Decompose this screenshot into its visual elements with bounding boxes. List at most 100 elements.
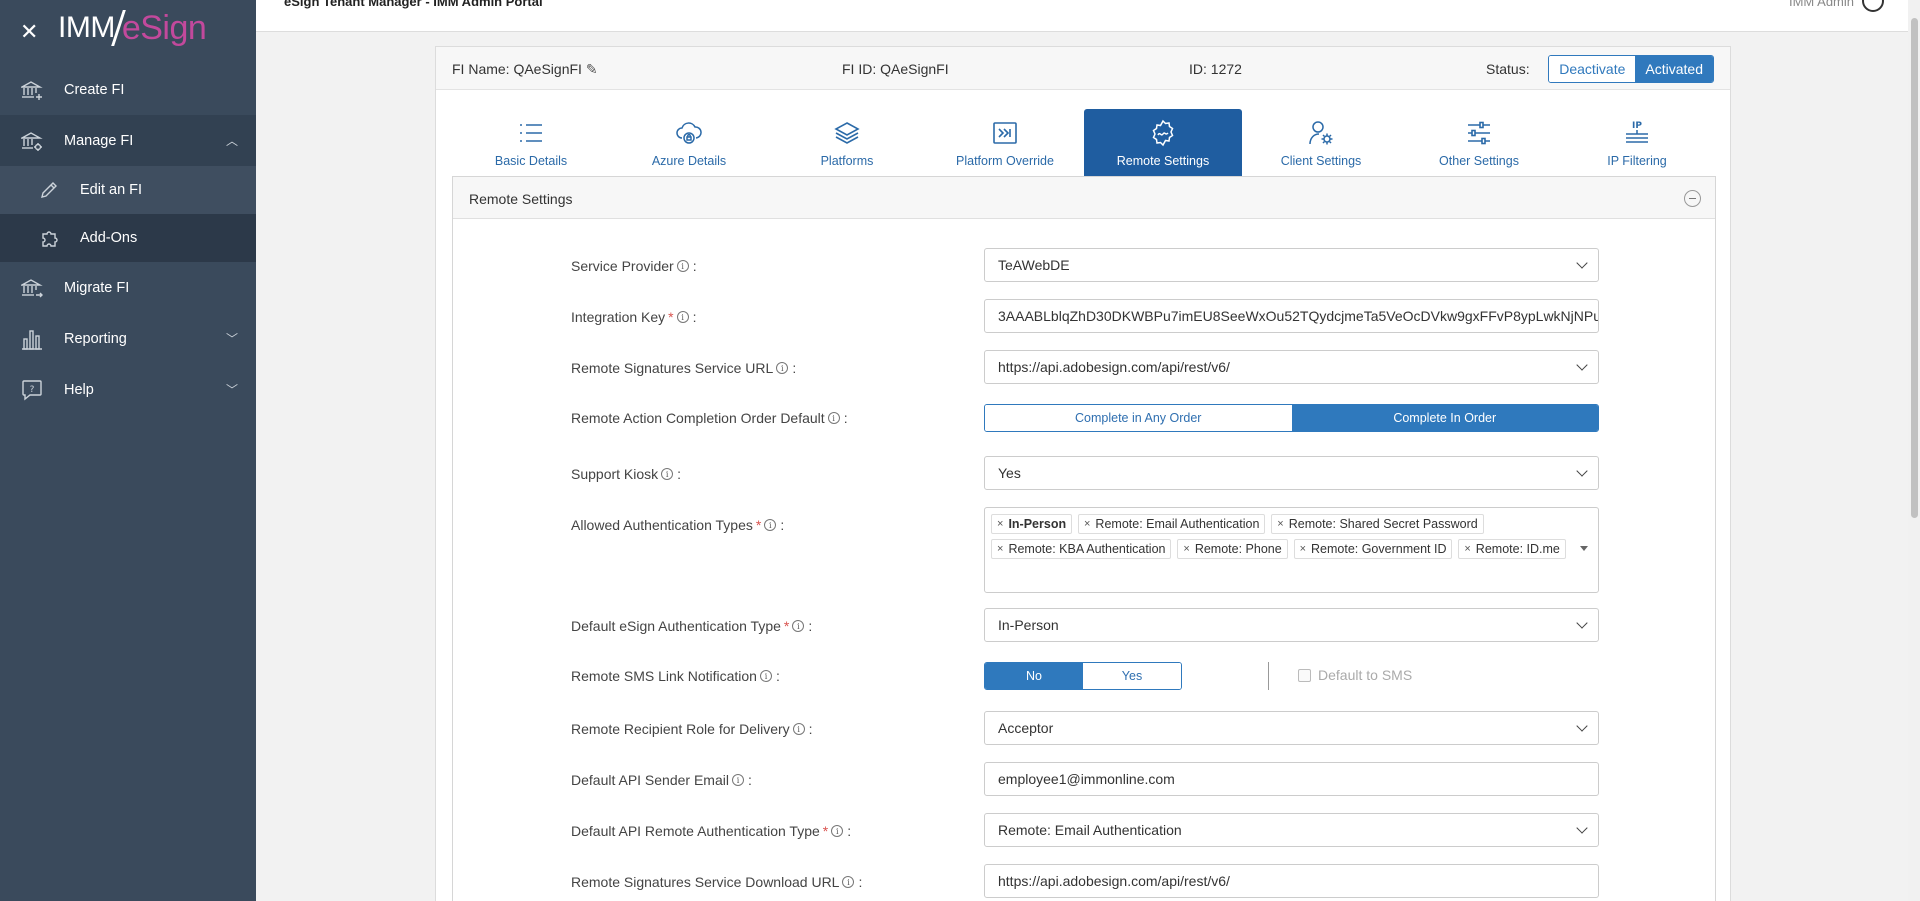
vertical-scrollbar[interactable] (1908, 0, 1920, 901)
remove-chip-icon[interactable]: × (1459, 543, 1475, 555)
fi-name: FI Name: QAeSignFI ✎ (452, 61, 598, 77)
sidebar-item-edit-an-fi[interactable]: Edit an FI (0, 166, 256, 214)
support-kiosk-select[interactable]: Yes (984, 456, 1599, 490)
download-url-field[interactable] (998, 873, 1598, 889)
scrollbar-thumb[interactable] (1911, 18, 1918, 518)
info-icon[interactable]: i (661, 468, 674, 480)
info-icon[interactable]: i (792, 620, 805, 632)
sms-yes-option[interactable]: Yes (1083, 663, 1181, 689)
info-icon[interactable]: i (831, 825, 844, 837)
tab-other-settings[interactable]: Other Settings (1400, 109, 1558, 176)
remove-chip-icon[interactable]: × (1079, 518, 1095, 530)
chevron-down-icon (1576, 359, 1588, 371)
tab-basic-details[interactable]: Basic Details (452, 109, 610, 176)
info-icon[interactable]: i (776, 362, 789, 374)
override-icon (992, 118, 1018, 148)
info-icon[interactable]: i (676, 311, 689, 323)
deactivate-button[interactable]: Deactivate (1549, 56, 1636, 82)
field-label: Service Provider i: (571, 258, 697, 274)
svg-text:?: ? (30, 385, 35, 395)
remove-chip-icon[interactable]: × (992, 518, 1008, 530)
sidebar-item-migrate-fi[interactable]: Migrate FI (0, 262, 256, 313)
edit-pencil-icon[interactable]: ✎ (586, 61, 598, 77)
activated-button[interactable]: Activated (1635, 56, 1713, 82)
tab-platform-override[interactable]: Platform Override (926, 109, 1084, 176)
sidebar-item-label: Add-Ons (80, 230, 138, 246)
field-label: Remote Signatures Service Download URL i: (571, 874, 863, 890)
sidebar-item-label: Manage FI (64, 132, 134, 149)
auth-type-chip: × In-Person (991, 514, 1073, 534)
app-title: eSign Tenant Manager - IMM Admin Portal (284, 0, 543, 9)
auth-type-chip: × Remote: KBA Authentication (991, 539, 1172, 559)
integration-key-input[interactable] (984, 299, 1599, 333)
remote-settings-section: Remote Settings Service Provider i: TeAWe… (452, 176, 1716, 901)
info-icon[interactable]: i (842, 876, 855, 888)
info-icon[interactable]: i (676, 260, 689, 272)
cloud-lock-icon (675, 118, 703, 148)
user-name[interactable]: IMM Admin (1789, 0, 1854, 9)
collapse-icon[interactable] (1684, 190, 1701, 207)
pencil-icon (38, 180, 60, 200)
remote-sig-url-select[interactable]: https://api.adobesign.com/api/rest/v6/ (984, 350, 1599, 384)
info-icon[interactable]: i (792, 723, 805, 735)
tab-platforms[interactable]: Platforms (768, 109, 926, 176)
chevron-down-icon (1576, 617, 1588, 629)
auth-types-multiselect[interactable]: × In-Person × Remote: Email Authentication… (984, 507, 1599, 593)
service-provider-select[interactable]: TeAWebDE (984, 248, 1599, 282)
settings-tabs: Basic Details Azure Details Platforms Pl… (452, 109, 1716, 176)
chevron-down-icon (1576, 822, 1588, 834)
fi-id: FI ID: QAeSignFI (842, 61, 949, 77)
completion-order-toggle: Complete in Any Order Complete In Order (984, 404, 1599, 432)
default-to-sms-checkbox[interactable]: Default to SMS (1298, 667, 1412, 683)
tab-label: Client Settings (1280, 154, 1362, 168)
bar-chart-icon (20, 327, 44, 351)
user-avatar-icon[interactable] (1862, 0, 1884, 12)
remove-chip-icon[interactable]: × (1295, 543, 1311, 555)
dropdown-arrow-icon (1580, 546, 1588, 551)
api-remote-auth-select[interactable]: Remote: Email Authentication (984, 813, 1599, 847)
top-bar: eSign Tenant Manager - IMM Admin Portal … (256, 0, 1920, 32)
fi-header: FI Name: QAeSignFI ✎ FI ID: QAeSignFI ID… (436, 47, 1730, 90)
sidebar-header: ✕ IMM eSign (0, 0, 256, 64)
remove-chip-icon[interactable]: × (1272, 518, 1288, 530)
api-sender-email-input[interactable] (984, 762, 1599, 796)
close-icon[interactable]: ✕ (20, 19, 42, 45)
sidebar-item-help[interactable]: ? Help ﹀ (0, 364, 256, 415)
sms-no-option[interactable]: No (985, 663, 1083, 689)
tab-label: IP Filtering (1607, 154, 1667, 168)
sidebar-item-reporting[interactable]: Reporting ﹀ (0, 313, 256, 364)
checkbox-box[interactable] (1298, 668, 1311, 682)
sidebar-item-create-fi[interactable]: Create FI (0, 64, 256, 115)
tab-azure-details[interactable]: Azure Details (610, 109, 768, 176)
download-url-input[interactable] (984, 864, 1599, 898)
tab-remote-settings[interactable]: Remote Settings (1084, 109, 1242, 176)
auth-type-chip: × Remote: Shared Secret Password (1271, 514, 1484, 534)
tab-ip-filtering[interactable]: IP IP Filtering (1558, 109, 1716, 176)
recipient-role-select[interactable]: Acceptor (984, 711, 1599, 745)
sidebar-item-add-ons[interactable]: Add-Ons (0, 214, 256, 262)
status-label: Status: (1486, 61, 1530, 77)
tab-client-settings[interactable]: Client Settings (1242, 109, 1400, 176)
field-label: Support Kiosk i: (571, 466, 682, 482)
puzzle-icon (38, 228, 60, 248)
field-label: Default API Remote Authentication Type * i… (571, 823, 852, 839)
divider (1268, 662, 1269, 690)
complete-in-order-option[interactable]: Complete In Order (1291, 405, 1598, 431)
info-icon[interactable]: i (827, 412, 840, 424)
remove-chip-icon[interactable]: × (1178, 543, 1194, 555)
sidebar-item-label: Create FI (64, 81, 125, 98)
api-sender-email-field[interactable] (998, 771, 1598, 787)
chevron-down-icon (1576, 465, 1588, 477)
tab-label: Azure Details (651, 154, 727, 168)
logo-imm: IMM (58, 11, 115, 44)
remove-chip-icon[interactable]: × (992, 543, 1008, 555)
layers-icon (834, 118, 860, 148)
info-icon[interactable]: i (759, 670, 772, 682)
sidebar-item-label: Migrate FI (64, 279, 130, 296)
info-icon[interactable]: i (731, 774, 744, 786)
complete-any-order-option[interactable]: Complete in Any Order (985, 405, 1292, 431)
integration-key-field[interactable] (998, 308, 1598, 324)
info-icon[interactable]: i (764, 519, 777, 531)
default-auth-select[interactable]: In-Person (984, 608, 1599, 642)
sidebar-item-manage-fi[interactable]: Manage FI ︿ (0, 115, 256, 166)
